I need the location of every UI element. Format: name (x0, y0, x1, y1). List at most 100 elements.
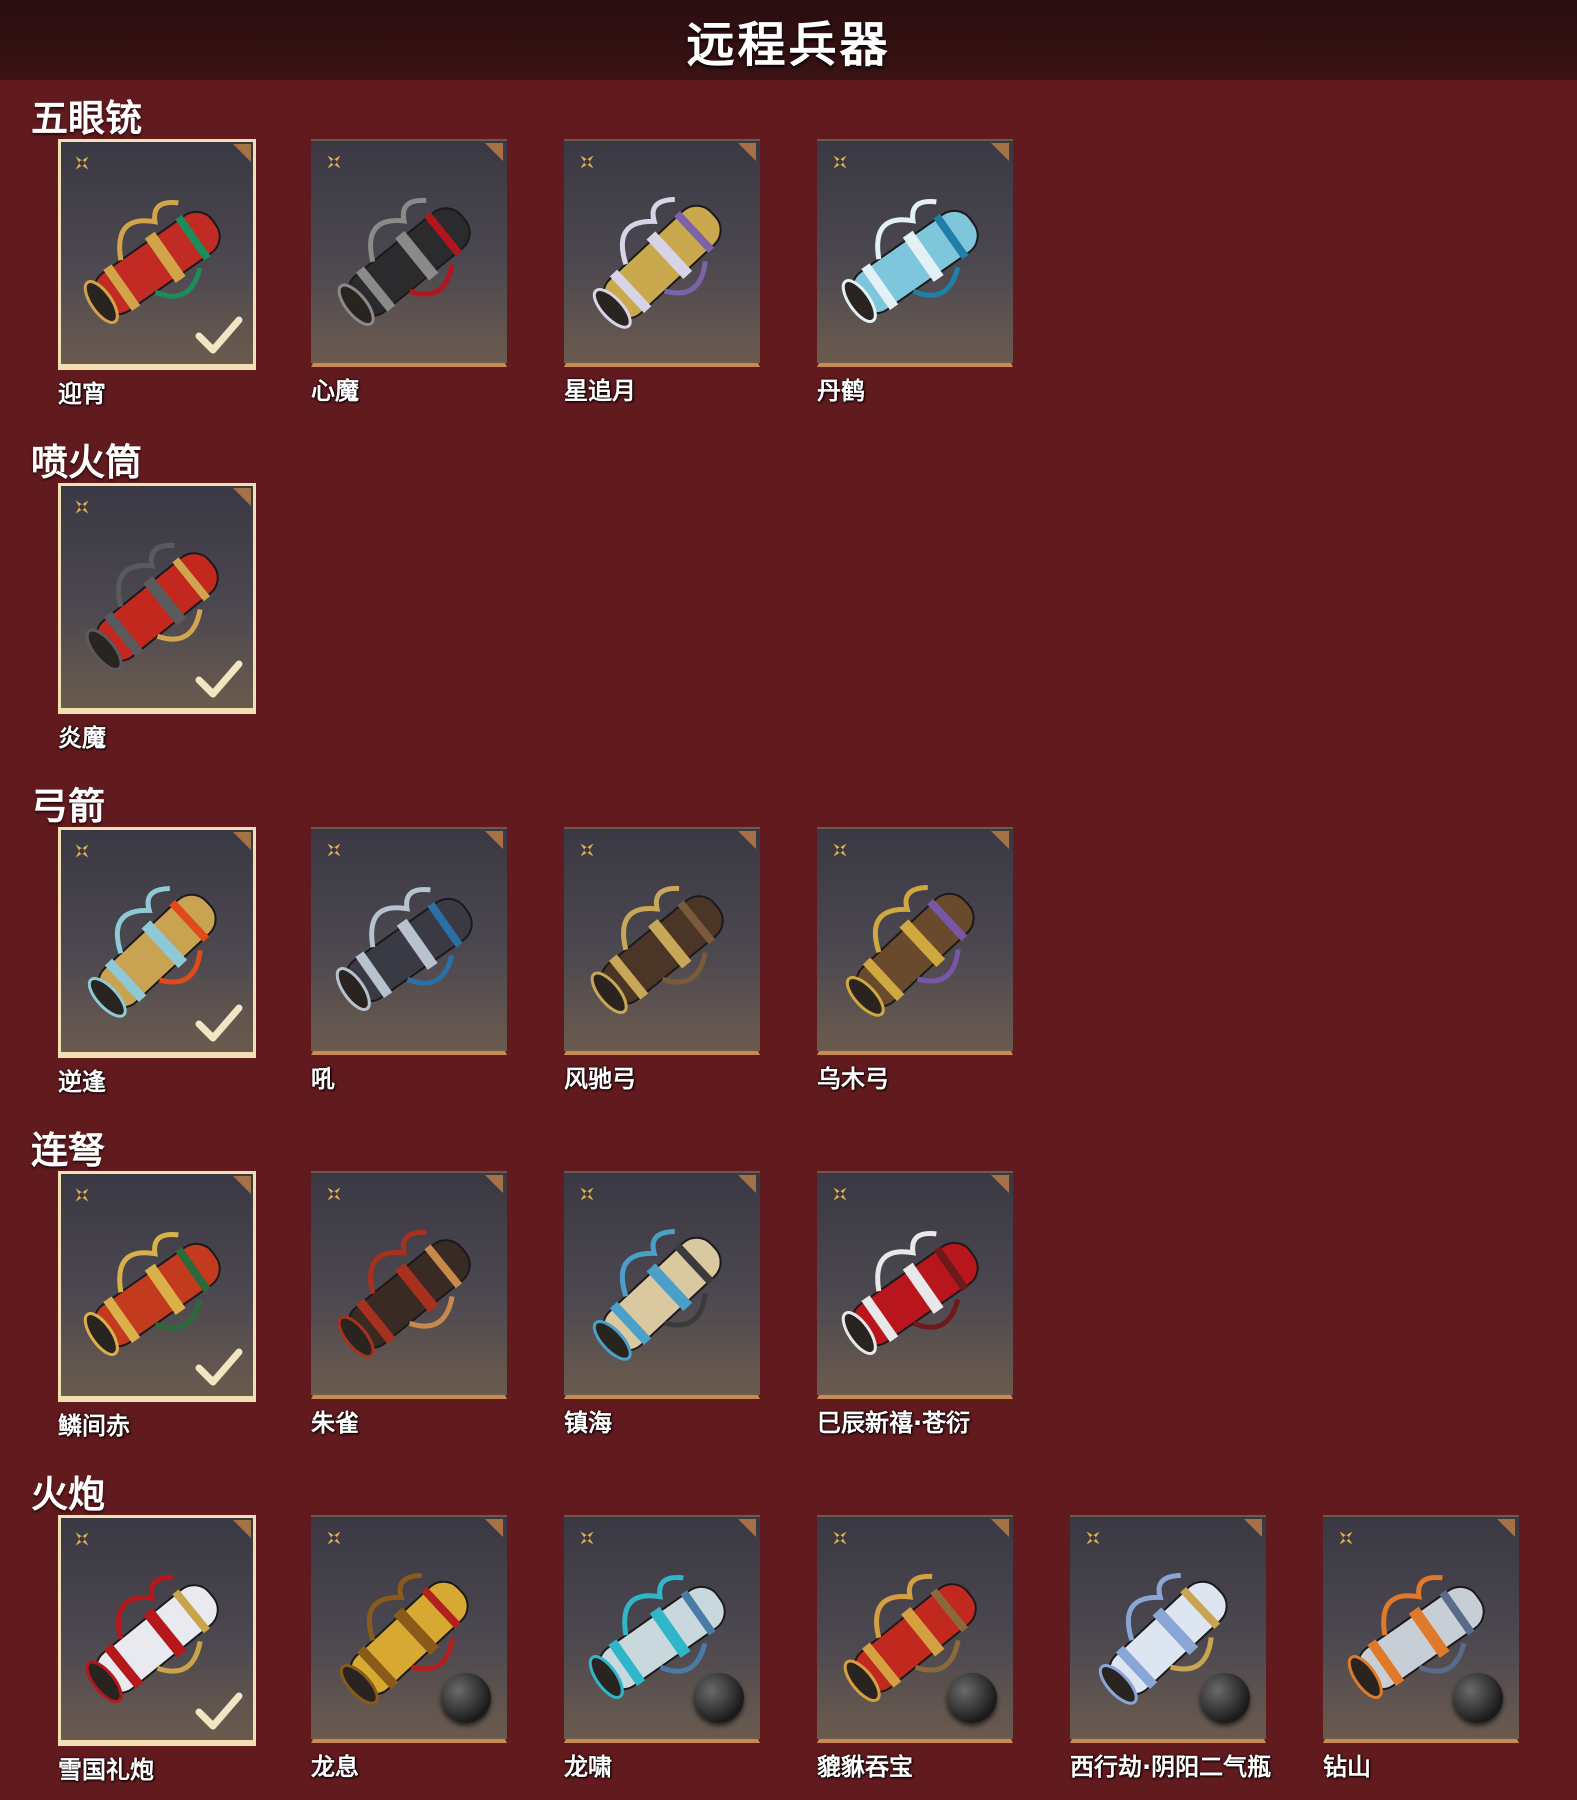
rarity-star-icon (75, 156, 89, 170)
weapon-card[interactable] (1323, 1515, 1519, 1743)
cannonball-icon (947, 1673, 997, 1723)
weapon-item[interactable]: 星追月 (564, 139, 760, 406)
weapon-card[interactable] (564, 139, 760, 367)
weapon-item[interactable]: 貔貅吞宝 (817, 1515, 1013, 1782)
corner-tag-icon (485, 143, 503, 161)
weapon-item[interactable]: 镇海 (564, 1171, 760, 1438)
weapon-item[interactable]: 丹鹤 (817, 139, 1013, 406)
section-title: 连弩 (31, 1129, 105, 1172)
weapon-name: 乌木弓 (817, 1065, 889, 1093)
weapon-card[interactable] (311, 1515, 507, 1743)
section-title: 弓箭 (31, 785, 105, 828)
weapon-item[interactable]: 龙息 (311, 1515, 507, 1782)
weapon-image (841, 1230, 979, 1355)
weapon-card[interactable] (817, 827, 1013, 1055)
weapon-name: 雪国礼炮 (58, 1756, 154, 1784)
check-icon (195, 1004, 243, 1042)
corner-tag-icon (738, 1519, 756, 1537)
weapon-item[interactable]: 巳辰新禧·苍衍 (817, 1171, 1013, 1438)
weapon-item[interactable]: 朱雀 (311, 1171, 507, 1438)
weapon-card[interactable] (311, 1171, 507, 1399)
corner-tag-icon (738, 143, 756, 161)
rarity-star-icon (833, 1187, 847, 1201)
corner-tag-icon (233, 488, 251, 506)
rarity-star-icon (833, 843, 847, 857)
corner-tag-icon (991, 143, 1009, 161)
weapon-card[interactable] (58, 1171, 256, 1402)
weapon-card[interactable] (817, 1171, 1013, 1399)
weapon-image (592, 1228, 722, 1361)
weapon-card[interactable] (564, 1171, 760, 1399)
weapon-name: 星追月 (564, 377, 636, 405)
corner-tag-icon (485, 831, 503, 849)
weapon-card[interactable] (817, 139, 1013, 367)
weapon-name: 镇海 (564, 1409, 612, 1437)
weapon-image (337, 1230, 471, 1358)
weapon-name: 西行劫·阴阳二气瓶 (1070, 1753, 1272, 1781)
rarity-star-icon (327, 1531, 341, 1545)
check-icon (195, 316, 243, 354)
corner-tag-icon (485, 1175, 503, 1193)
corner-tag-icon (738, 1175, 756, 1193)
weapon-item[interactable]: 吼 (311, 827, 507, 1094)
weapon-name: 龙息 (311, 1753, 359, 1781)
rarity-star-icon (327, 1187, 341, 1201)
rarity-star-icon (833, 1531, 847, 1545)
weapon-item[interactable]: 风驰弓 (564, 827, 760, 1094)
weapon-image (337, 198, 471, 326)
weapon-name: 风驰弓 (564, 1065, 636, 1093)
corner-tag-icon (991, 831, 1009, 849)
weapon-item[interactable]: 钻山 (1323, 1515, 1519, 1782)
weapon-card[interactable] (58, 139, 256, 370)
check-icon (195, 660, 243, 698)
weapon-card[interactable] (58, 483, 256, 714)
rarity-star-icon (75, 1532, 89, 1546)
cannonball-icon (694, 1673, 744, 1723)
weapon-card[interactable] (817, 1515, 1013, 1743)
weapon-card[interactable] (564, 1515, 760, 1743)
rarity-star-icon (580, 155, 594, 169)
weapon-item[interactable]: 鳞间赤 (58, 1171, 256, 1441)
weapon-name: 貔貅吞宝 (817, 1753, 913, 1781)
weapon-image (841, 198, 979, 323)
weapon-image (845, 884, 975, 1017)
weapon-name: 钻山 (1323, 1753, 1371, 1781)
corner-tag-icon (991, 1175, 1009, 1193)
weapon-item[interactable]: 西行劫·阴阳二气瓶 (1070, 1515, 1272, 1782)
weapon-image (590, 886, 724, 1014)
rarity-star-icon (327, 155, 341, 169)
weapon-card[interactable] (311, 139, 507, 367)
weapon-item[interactable]: 乌木弓 (817, 827, 1013, 1094)
rarity-star-icon (1339, 1531, 1353, 1545)
weapon-card[interactable] (58, 1515, 256, 1746)
weapon-card[interactable] (311, 827, 507, 1055)
corner-tag-icon (233, 144, 251, 162)
weapon-item[interactable]: 逆逢 (58, 827, 256, 1097)
cannonball-icon (1453, 1673, 1503, 1723)
weapon-card[interactable] (564, 827, 760, 1055)
corner-tag-icon (1497, 1519, 1515, 1537)
rarity-star-icon (580, 843, 594, 857)
corner-tag-icon (233, 1520, 251, 1538)
page-title: 远程兵器 (686, 17, 891, 73)
check-icon (195, 1692, 243, 1730)
corner-tag-icon (233, 832, 251, 850)
weapon-item[interactable]: 龙啸 (564, 1515, 760, 1782)
weapon-card[interactable] (58, 827, 256, 1058)
cannonball-icon (1200, 1673, 1250, 1723)
weapon-name: 朱雀 (311, 1409, 359, 1437)
rarity-star-icon (580, 1531, 594, 1545)
corner-tag-icon (1244, 1519, 1262, 1537)
weapon-item[interactable]: 心魔 (311, 139, 507, 406)
weapon-name: 龙啸 (564, 1753, 612, 1781)
rarity-star-icon (327, 843, 341, 857)
weapon-item[interactable]: 炎魔 (58, 483, 256, 753)
weapon-name: 炎魔 (58, 724, 106, 752)
rarity-star-icon (1086, 1531, 1100, 1545)
weapon-image (335, 886, 473, 1011)
corner-tag-icon (485, 1519, 503, 1537)
weapon-card[interactable] (1070, 1515, 1266, 1743)
weapon-item[interactable]: 雪国礼炮 (58, 1515, 256, 1785)
weapon-name: 丹鹤 (817, 377, 865, 405)
weapon-item[interactable]: 迎宵 (58, 139, 256, 409)
